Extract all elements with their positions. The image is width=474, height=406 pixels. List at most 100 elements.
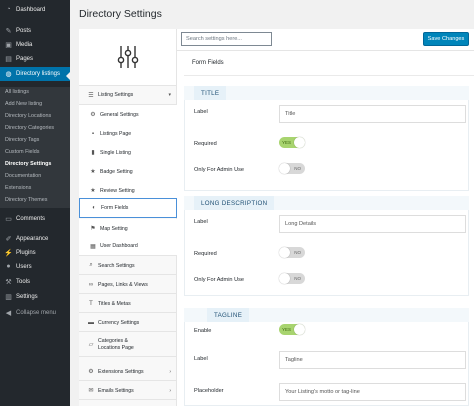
menu-item-users[interactable]: ● Users bbox=[0, 260, 70, 273]
menu-label: Comments bbox=[16, 215, 46, 222]
section-heading: TITLE bbox=[194, 86, 227, 100]
settings-search-input[interactable]: Search settings here... bbox=[181, 32, 272, 46]
tagline-enable-toggle[interactable]: YES bbox=[279, 324, 305, 335]
submenu-directory-themes[interactable]: Directory Themes bbox=[5, 197, 47, 203]
save-changes-button[interactable]: Save Changes bbox=[423, 32, 469, 46]
menu-label: Settings bbox=[16, 293, 38, 300]
menu-item-media[interactable]: ▣ Media bbox=[0, 38, 70, 51]
nav-extensions-settings[interactable]: ⚙ Extensions Settings › bbox=[79, 363, 177, 381]
menu-item-directory-listings[interactable]: ◍ Directory listings bbox=[0, 67, 70, 81]
nav-label: Pages, Links & Views bbox=[98, 281, 148, 288]
submenu-directory-locations[interactable]: Directory Locations bbox=[5, 113, 51, 119]
adjust-icon: ◐ bbox=[92, 205, 96, 211]
submenu-directory-categories[interactable]: Directory Categories bbox=[5, 125, 54, 131]
nav-label: Titles & Metas bbox=[98, 300, 131, 307]
submenu-all-listings[interactable]: All listings bbox=[5, 89, 29, 95]
page-icon: ▪ bbox=[91, 130, 95, 137]
nav-label: Single Listing bbox=[100, 149, 131, 156]
menu-item-plugins[interactable]: ⚡ Plugins bbox=[0, 246, 70, 259]
toggle-state: YES bbox=[282, 327, 292, 332]
nav-categories-locations-page[interactable]: ▱ Categories & Locations Page bbox=[79, 333, 177, 357]
field-label: Required bbox=[194, 141, 217, 147]
money-icon: ▬ bbox=[88, 319, 94, 326]
brush-icon: ✐ bbox=[5, 235, 12, 243]
field-label: Only For Admin Use bbox=[194, 167, 245, 173]
nav-titles-metas[interactable]: T Titles & Metas bbox=[79, 295, 177, 313]
text-icon: T bbox=[89, 300, 93, 307]
menu-label: Posts bbox=[16, 27, 32, 34]
menu-item-tools[interactable]: ⚒ Tools bbox=[0, 275, 70, 288]
nav-listings-page[interactable]: ▪ Listings Page bbox=[79, 124, 177, 143]
chevron-right-icon: › bbox=[169, 368, 171, 375]
nav-label: Review Setting bbox=[100, 187, 135, 194]
nav-label: Form Fields bbox=[101, 205, 129, 211]
tagline-label-input[interactable]: Tagline bbox=[279, 351, 466, 369]
nav-map-setting[interactable]: ⚑ Map Setting bbox=[79, 219, 177, 238]
field-label: Label bbox=[194, 109, 208, 115]
nav-badge-setting[interactable]: ★ Badge Setting bbox=[79, 162, 177, 181]
field-label: Only For Admin Use bbox=[194, 277, 245, 283]
nav-label: Categories & Locations Page bbox=[98, 337, 134, 351]
link-icon: ∞ bbox=[88, 281, 94, 288]
nav-currency-settings[interactable]: ▬ Currency Settings bbox=[79, 314, 177, 332]
nav-label: Badge Setting bbox=[100, 168, 133, 175]
toggle-knob bbox=[294, 137, 305, 148]
submenu-documentation[interactable]: Documentation bbox=[5, 173, 41, 179]
comment-icon: ▭ bbox=[5, 215, 12, 223]
settings-nav: ☰ Listing Settings ▾ ⚙ General Settings ▪ Li… bbox=[79, 86, 177, 406]
toggle-knob bbox=[279, 247, 290, 258]
title-admin-only-toggle[interactable]: NO bbox=[279, 163, 305, 174]
long-description-label-input[interactable]: Long Details bbox=[279, 215, 466, 233]
nav-label: Emails Settings bbox=[98, 387, 134, 394]
menu-item-collapse[interactable]: ◀ Collapse menu bbox=[0, 306, 70, 319]
nav-form-fields[interactable]: ◐ Form Fields bbox=[79, 198, 177, 218]
submenu-directory-settings[interactable]: Directory Settings bbox=[5, 161, 51, 167]
page-icon: ▤ bbox=[5, 55, 12, 63]
sliders-icon bbox=[117, 46, 138, 68]
star-icon: ★ bbox=[90, 188, 96, 194]
submenu-extensions[interactable]: Extensions bbox=[5, 185, 31, 191]
tagline-placeholder-input[interactable]: Your Listing's motto or tag-line bbox=[279, 383, 466, 401]
menu-item-dashboard[interactable]: ◔ Dashboard bbox=[0, 3, 70, 16]
nav-label: Listing Settings bbox=[98, 92, 134, 98]
submenu-add-new-listing[interactable]: Add New listing bbox=[5, 101, 42, 107]
long-description-admin-only-toggle[interactable]: NO bbox=[279, 273, 305, 284]
toggle-state: NO bbox=[294, 250, 301, 255]
submenu-directory-tags[interactable]: Directory Tags bbox=[5, 137, 39, 143]
dashboard-icon: ◔ bbox=[6, 6, 11, 13]
media-icon: ▣ bbox=[5, 41, 12, 49]
submenu-custom-fields[interactable]: Custom Fields bbox=[5, 149, 39, 155]
document-icon: ▮ bbox=[91, 150, 95, 156]
field-label: Label bbox=[194, 219, 208, 225]
title-label-input[interactable]: Title bbox=[279, 105, 466, 123]
settings-icon: ▥ bbox=[5, 293, 12, 301]
nav-emails-settings[interactable]: ✉ Emails Settings › bbox=[79, 382, 177, 400]
title-required-toggle[interactable]: YES bbox=[279, 137, 305, 148]
wrench-icon: ⚒ bbox=[5, 278, 12, 286]
admin-sidebar: ◔ Dashboard ✎ Posts ▣ Media ▤ Pages ◍ Directo… bbox=[0, 0, 70, 406]
nav-search-settings[interactable]: ⌕ Search Settings bbox=[79, 257, 177, 275]
menu-item-pages[interactable]: ▤ Pages bbox=[0, 52, 70, 65]
menu-item-posts[interactable]: ✎ Posts bbox=[0, 24, 70, 37]
page-title: Directory Settings bbox=[79, 8, 162, 20]
long-description-required-toggle[interactable]: NO bbox=[279, 247, 305, 258]
menu-item-comments[interactable]: ▭ Comments bbox=[0, 212, 70, 225]
nav-general-settings[interactable]: ⚙ General Settings bbox=[79, 105, 177, 124]
user-icon: ● bbox=[6, 263, 11, 270]
nav-listing-settings[interactable]: ☰ Listing Settings ▾ bbox=[79, 86, 177, 105]
nav-pages-links-views[interactable]: ∞ Pages, Links & Views bbox=[79, 276, 177, 294]
star-icon: ★ bbox=[90, 169, 96, 175]
list-icon: ☰ bbox=[88, 92, 94, 99]
menu-item-settings[interactable]: ▥ Settings bbox=[0, 290, 70, 303]
menu-label: Directory listings bbox=[16, 71, 61, 77]
directory-submenu: All listings Add New listing Directory L… bbox=[0, 87, 70, 208]
section-header-bar bbox=[184, 86, 469, 100]
sliders-logo bbox=[79, 29, 177, 86]
menu-item-appearance[interactable]: ✐ Appearance bbox=[0, 232, 70, 245]
menu-label: Users bbox=[16, 263, 32, 270]
field-label: Label bbox=[194, 356, 208, 362]
nav-user-dashboard[interactable]: ▦ User Dashboard bbox=[79, 237, 177, 256]
pin-icon: ✎ bbox=[5, 27, 12, 35]
plug-icon: ⚡ bbox=[4, 249, 13, 257]
nav-single-listing[interactable]: ▮ Single Listing bbox=[79, 143, 177, 162]
